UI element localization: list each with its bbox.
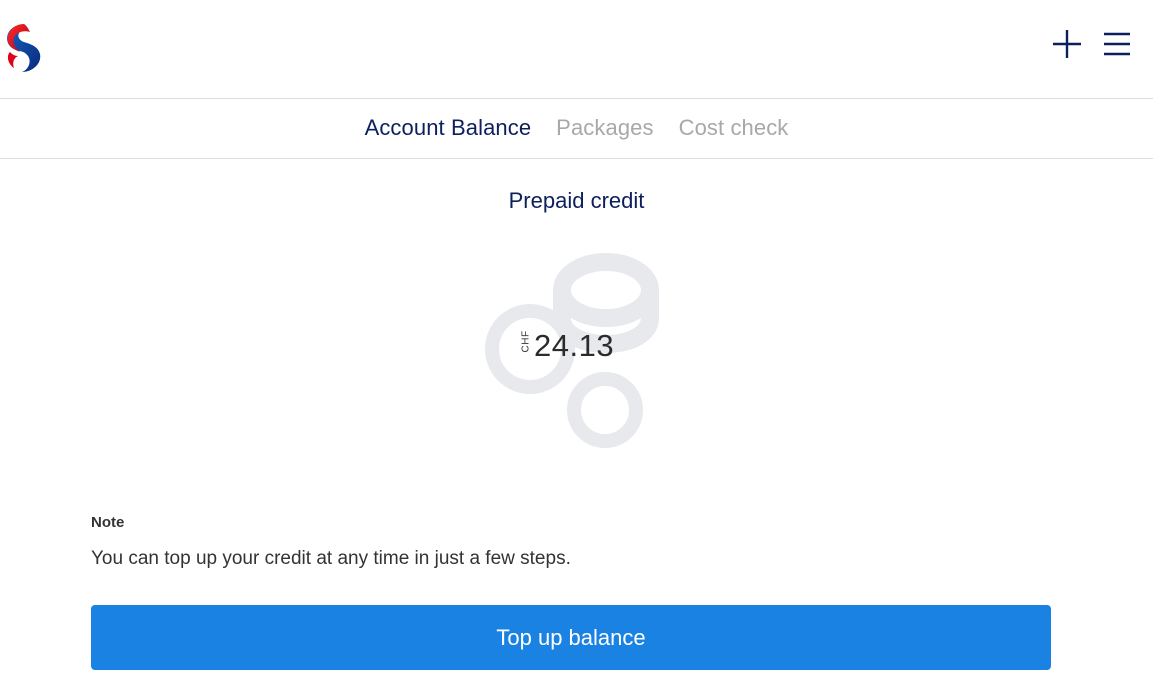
prepaid-credit-title: Prepaid credit <box>508 188 645 213</box>
note-text: You can top up your credit at any time i… <box>91 548 571 569</box>
app-header <box>0 0 1153 99</box>
header-actions <box>1051 26 1133 62</box>
currency-label: CHF <box>520 329 532 352</box>
note-label: Note <box>91 514 125 531</box>
tab-account-balance[interactable]: Account Balance <box>365 115 532 143</box>
plus-icon[interactable] <box>1051 26 1083 62</box>
tab-cost-check[interactable]: Cost check <box>679 115 789 143</box>
swisscom-logo-icon[interactable] <box>2 22 46 74</box>
top-up-balance-button[interactable]: Top up balance <box>91 605 1051 670</box>
credit-amount: CHF 24.13 <box>520 328 614 364</box>
tab-packages[interactable]: Packages <box>556 115 653 143</box>
balance-value: 24.13 <box>534 328 615 363</box>
hamburger-menu-icon[interactable] <box>1101 26 1133 62</box>
tab-bar: Account Balance Packages Cost check <box>0 99 1153 159</box>
